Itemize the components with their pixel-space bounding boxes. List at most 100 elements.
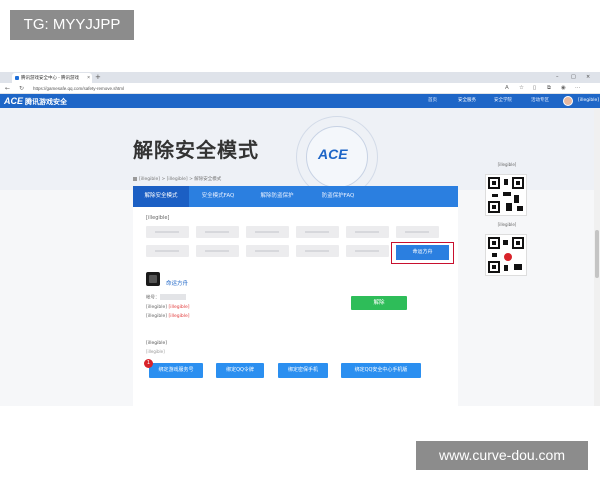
qr-finder xyxy=(512,177,524,189)
nav-events[interactable]: 活动专区 xyxy=(531,94,549,108)
browser-tab-title: 腾讯游戏安全中心 - 腾讯游戏 xyxy=(21,75,79,80)
protection-notice-small: [illegible] xyxy=(146,349,165,354)
blurred-game-name xyxy=(155,250,179,252)
scrollbar-thumb[interactable] xyxy=(595,230,599,278)
game-option[interactable] xyxy=(296,226,339,238)
favorite-star-icon[interactable]: ☆ xyxy=(519,83,524,94)
close-window-icon[interactable]: × xyxy=(586,72,590,83)
page-title: 解除安全模式 xyxy=(133,138,259,162)
qr-caption-app: [illegible] xyxy=(497,222,517,227)
unlock-button[interactable]: 解除 xyxy=(351,296,407,310)
qr-module xyxy=(503,240,508,245)
qr-module xyxy=(504,265,508,271)
game-option[interactable] xyxy=(246,245,289,257)
game-option[interactable] xyxy=(196,226,239,238)
maximize-icon[interactable]: □ xyxy=(571,72,576,83)
blurred-game-name xyxy=(305,250,329,252)
minimize-icon[interactable]: – xyxy=(556,72,559,83)
avatar[interactable] xyxy=(563,96,573,106)
blurred-game-name xyxy=(155,231,179,233)
game-icon xyxy=(146,272,160,286)
breadcrumb-text[interactable]: [illegible] > [illegible] > 解除安全模式 xyxy=(139,177,221,182)
page-scrollbar[interactable] xyxy=(594,108,600,406)
bind-qq-security-app-button[interactable]: 绑定QQ安全中心手机版 xyxy=(341,363,421,378)
address-bar-input[interactable]: https://gamesafe.qq.com/safety-remove.sh… xyxy=(33,84,473,93)
split-screen-icon[interactable]: ▯ xyxy=(533,83,536,94)
game-option[interactable] xyxy=(396,226,439,238)
settings-menu-icon[interactable]: ⋯ xyxy=(575,83,581,94)
tab-unlock-safe-mode[interactable]: 解除安全模式 xyxy=(133,186,189,207)
account-row: 帐号： xyxy=(146,294,186,301)
game-option[interactable] xyxy=(246,226,289,238)
safe-mode-status-value: [illegible] xyxy=(168,305,190,310)
user-name[interactable]: [illegible] xyxy=(578,94,599,108)
safe-mode-status-label: [illegible] xyxy=(146,305,168,310)
qr-module xyxy=(514,195,519,203)
qr-module xyxy=(503,192,511,196)
qr-module xyxy=(492,194,498,197)
bind-qq-token-button[interactable]: 绑定QQ令牌 xyxy=(216,363,264,378)
bind-security-phone-button[interactable]: 绑定密保手机 xyxy=(278,363,328,378)
qr-finder xyxy=(488,261,500,273)
unlock-method-value: [illegible] xyxy=(168,314,190,319)
watermark-telegram: TG: MYYJJPP xyxy=(10,10,134,40)
game-option[interactable] xyxy=(346,245,389,257)
tab-safe-mode-faq[interactable]: 安全模式FAQ xyxy=(189,186,247,207)
blurred-account-id xyxy=(159,294,186,300)
ace-logo-mark: ACE xyxy=(4,96,24,106)
unlock-method-row: [illegible] [illegible] xyxy=(146,314,189,319)
blurred-game-name xyxy=(205,250,229,252)
collections-icon[interactable]: ⧉ xyxy=(547,83,551,94)
qr-module xyxy=(506,203,512,211)
bind-game-service-button[interactable]: 绑定游戏服务号 xyxy=(149,363,203,378)
blurred-game-name xyxy=(255,250,279,252)
game-option[interactable] xyxy=(146,226,189,238)
app-qr-code xyxy=(485,234,527,276)
qr-finder xyxy=(488,237,500,249)
qr-module xyxy=(514,264,522,270)
game-option[interactable] xyxy=(296,245,339,257)
site-logo-text: 腾讯游戏安全 xyxy=(24,99,67,106)
qr-finder xyxy=(488,201,500,213)
protection-notice: [illegible] xyxy=(146,341,168,346)
breadcrumb: [illegible] > [illegible] > 解除安全模式 xyxy=(133,176,221,182)
reload-icon[interactable]: ↻ xyxy=(19,83,24,94)
game-option-selected[interactable]: 命运方舟 xyxy=(396,245,449,260)
profile-icon[interactable]: ◉ xyxy=(561,83,566,94)
watermark-site: www.curve-dou.com xyxy=(416,441,588,470)
tab-close-icon[interactable]: × xyxy=(87,73,90,83)
qr-finder xyxy=(512,237,524,249)
tab-strip: 解除安全模式 安全模式FAQ 解除防盗保护 防盗保护FAQ xyxy=(133,186,458,207)
address-bar-row: ← ↻ https://gamesafe.qq.com/safety-remov… xyxy=(0,83,600,94)
game-icon-art xyxy=(149,275,157,283)
blurred-game-name xyxy=(355,250,379,252)
location-icon xyxy=(133,176,137,181)
nav-security-academy[interactable]: 安全学院 xyxy=(494,94,512,108)
wechat-qr-code xyxy=(485,174,527,216)
nav-home[interactable]: 首页 xyxy=(428,94,437,108)
game-select-label: [illegible] xyxy=(146,215,170,221)
ace-emblem: ACE xyxy=(318,146,348,162)
read-aloud-icon[interactable]: A xyxy=(505,83,509,94)
game-option[interactable] xyxy=(346,226,389,238)
qr-finder xyxy=(488,177,500,189)
browser-tab[interactable]: 腾讯游戏安全中心 - 腾讯游戏 × xyxy=(12,73,92,83)
nav-security-service[interactable]: 安全服务 xyxy=(458,94,476,109)
new-tab-button[interactable]: + xyxy=(95,73,101,82)
blurred-game-name xyxy=(305,231,329,233)
tab-unlock-theft-protection[interactable]: 解除防盗保护 xyxy=(247,186,307,207)
game-option[interactable] xyxy=(196,245,239,257)
blurred-game-name xyxy=(355,231,379,233)
browser-tab-bar: 腾讯游戏安全中心 - 腾讯游戏 × + – □ × xyxy=(0,72,600,83)
unlock-panel: 解除安全模式 安全模式FAQ 解除防盗保护 防盗保护FAQ [illegible… xyxy=(133,186,458,406)
tab-theft-protection-faq[interactable]: 防盗保护FAQ xyxy=(307,186,369,207)
site-favicon-icon xyxy=(15,76,19,80)
game-option[interactable] xyxy=(146,245,189,257)
site-logo[interactable]: ACE 腾讯游戏安全 xyxy=(4,95,67,107)
qr-center-logo-icon xyxy=(504,253,512,261)
qr-caption-wechat: [illegible] xyxy=(497,162,517,167)
qr-module xyxy=(504,179,508,185)
unlock-method-label: [illegible] xyxy=(146,314,168,319)
back-arrow-icon[interactable]: ← xyxy=(5,83,10,94)
qr-module xyxy=(492,253,497,257)
